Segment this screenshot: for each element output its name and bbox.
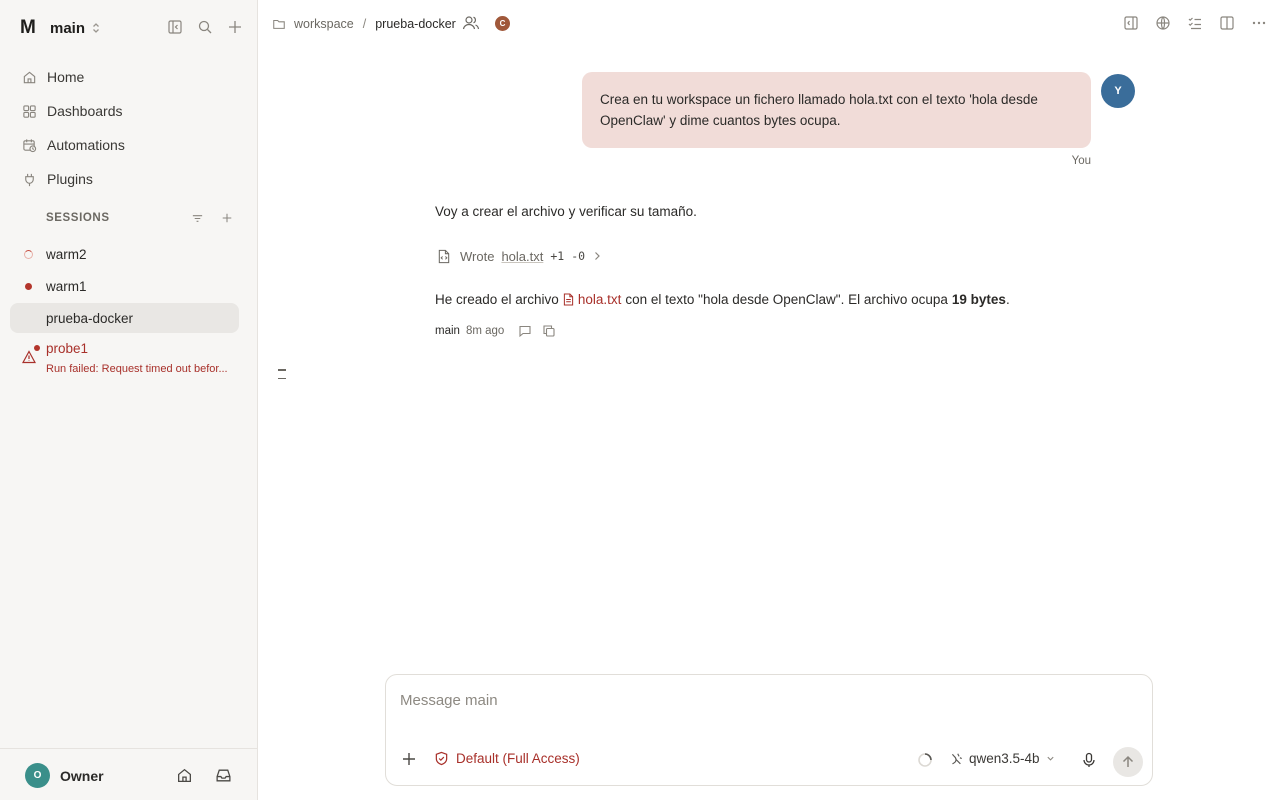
file-link-label: hola.txt <box>577 292 622 307</box>
avatar: Y <box>1101 74 1135 108</box>
nav-plugins[interactable]: Plugins <box>12 162 246 196</box>
sidebar-footer: O Owner <box>0 748 257 800</box>
nav-automations-label: Automations <box>47 137 125 153</box>
message-bold: 19 bytes <box>951 292 1006 307</box>
nav-plugins-label: Plugins <box>47 171 93 187</box>
search-icon[interactable] <box>196 18 214 36</box>
message-input[interactable] <box>400 689 1120 711</box>
meta-time: 8m ago <box>465 325 505 337</box>
diff-added: +1 <box>550 249 565 263</box>
collaborator-avatar[interactable]: C <box>495 16 510 31</box>
message-text: con el texto "hola desde OpenClaw". El a… <box>625 292 948 307</box>
message-text: He creado el archivo <box>435 292 559 307</box>
message-text: . <box>1005 292 1010 307</box>
sidebar: M main Home Dashboards Automations Plugi… <box>0 0 258 800</box>
home-icon[interactable] <box>175 766 193 784</box>
folder-icon <box>270 15 288 33</box>
dashboards-icon <box>21 103 37 119</box>
message-meta: main 8m ago <box>435 322 558 340</box>
avatar[interactable]: O <box>25 763 50 788</box>
nav-dashboards-label: Dashboards <box>47 103 123 119</box>
inbox-icon[interactable] <box>214 766 232 784</box>
nav-home-label: Home <box>47 69 85 85</box>
arrow-up-icon <box>1122 755 1134 767</box>
breadcrumb: workspace / prueba-docker <box>270 15 456 33</box>
session-error: Run failed: Request timed out befor... <box>46 363 228 375</box>
workspace-name: main <box>50 19 86 37</box>
access-mode-label: Default (Full Access) <box>456 751 580 766</box>
nav-home[interactable]: Home <box>12 60 246 94</box>
plug-icon <box>21 171 37 187</box>
tool-file: hola.txt <box>501 248 544 264</box>
session-item-probe1[interactable]: probe1 Run failed: Request timed out bef… <box>10 338 239 382</box>
session-item-prueba-docker[interactable]: prueba-docker <box>10 303 239 333</box>
automations-icon <box>21 137 37 153</box>
breadcrumb-current: prueba-docker <box>375 17 456 31</box>
meta-agent: main <box>435 325 460 337</box>
tool-call-row[interactable]: Wrote hola.txt +1 -0 <box>435 247 602 265</box>
message-author: You <box>1071 155 1091 167</box>
new-session-icon[interactable] <box>226 18 244 36</box>
shield-check-icon <box>435 751 448 766</box>
file-icon <box>563 293 573 306</box>
checklist-icon[interactable] <box>1186 14 1204 32</box>
send-button[interactable] <box>1113 747 1143 777</box>
globe-icon[interactable] <box>1154 14 1172 32</box>
people-icon[interactable] <box>462 14 480 32</box>
breadcrumb-separator: / <box>362 17 367 31</box>
add-session-icon[interactable] <box>218 209 236 227</box>
filter-icon[interactable] <box>188 209 206 227</box>
assistant-message: Voy a crear el archivo y verificar su ta… <box>435 204 697 219</box>
user-name[interactable]: Owner <box>60 768 104 784</box>
copy-icon[interactable] <box>540 322 558 340</box>
more-icon[interactable] <box>1250 14 1268 32</box>
collapse-sidebar-icon[interactable] <box>166 18 184 36</box>
model-name: qwen3.5-4b <box>969 751 1040 766</box>
split-view-icon[interactable] <box>1218 14 1236 32</box>
nav-dashboards[interactable]: Dashboards <box>12 94 246 128</box>
session-name: prueba-docker <box>46 310 134 326</box>
assistant-message: He creado el archivo hola.txt con el tex… <box>435 292 1010 307</box>
chevron-right-icon <box>592 247 602 265</box>
warning-icon <box>21 350 37 367</box>
file-link[interactable]: hola.txt <box>563 292 622 307</box>
access-mode-button[interactable]: Default (Full Access) <box>434 751 580 766</box>
message-composer: Default (Full Access) qwen3.5-4b <box>385 674 1153 786</box>
session-name: probe1 <box>46 341 89 356</box>
main-nav: Home Dashboards Automations Plugins <box>12 60 246 196</box>
typing-indicator-icon <box>278 369 286 386</box>
session-name: warm1 <box>46 278 87 294</box>
nav-automations[interactable]: Automations <box>12 128 246 162</box>
loading-spinner-icon <box>917 752 933 771</box>
user-message: Crea en tu workspace un fichero llamado … <box>582 72 1091 148</box>
session-item-warm1[interactable]: warm1 <box>10 271 239 301</box>
diff-removed: -0 <box>571 249 586 263</box>
workspace-switcher[interactable]: M main <box>20 16 101 40</box>
file-code-icon <box>435 247 453 265</box>
workspace-logo: M <box>20 17 36 38</box>
session-item-warm2[interactable]: warm2 <box>10 239 239 269</box>
top-bar: workspace / prueba-docker C <box>258 0 1280 46</box>
comment-icon[interactable] <box>516 322 534 340</box>
model-icon <box>951 752 962 764</box>
session-name: warm2 <box>46 246 87 262</box>
model-selector[interactable]: qwen3.5-4b <box>949 751 1055 766</box>
panel-left-icon[interactable] <box>1122 14 1140 32</box>
status-dot-icon <box>25 283 32 290</box>
chevron-down-icon <box>1046 756 1054 761</box>
loading-spinner-icon <box>24 250 33 259</box>
add-attachment-icon[interactable] <box>400 750 418 768</box>
breadcrumb-workspace[interactable]: workspace <box>294 17 354 31</box>
microphone-icon[interactable] <box>1080 751 1098 769</box>
status-dot-icon <box>34 345 40 351</box>
sessions-header: SESSIONS <box>46 210 236 226</box>
chevron-updown-icon <box>91 22 101 34</box>
tool-action: Wrote <box>460 248 495 264</box>
sessions-title: SESSIONS <box>46 212 110 224</box>
home-icon <box>21 69 37 85</box>
